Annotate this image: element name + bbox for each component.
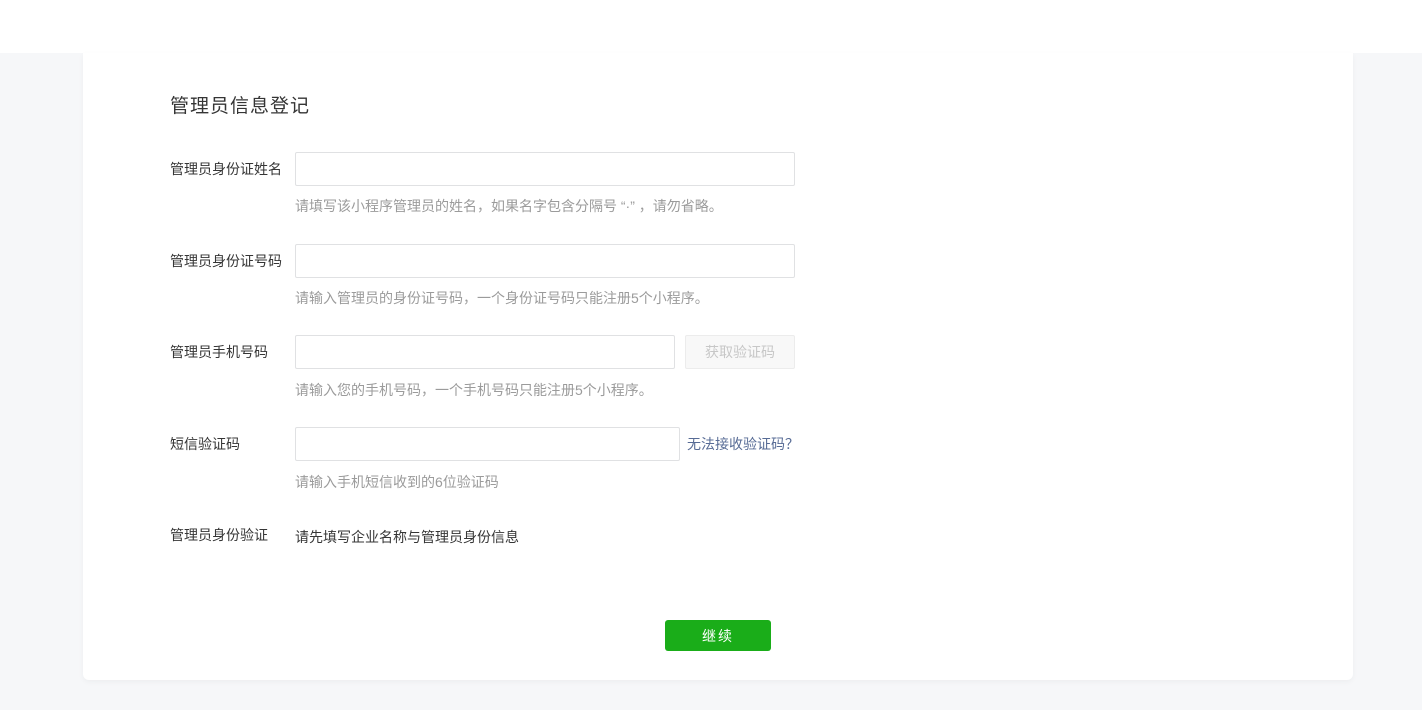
admin-id-number-input[interactable] (295, 244, 795, 278)
get-verification-code-button[interactable]: 获取验证码 (685, 335, 795, 369)
page-title: 管理员信息登记 (170, 91, 310, 118)
admin-phone-label: 管理员手机号码 (170, 335, 268, 369)
admin-phone-input[interactable] (295, 335, 675, 369)
identity-verify-text: 请先填写企业名称与管理员身份信息 (295, 527, 519, 547)
admin-id-number-hint: 请输入管理员的身份证号码，一个身份证号码只能注册5个小程序。 (295, 288, 709, 308)
admin-phone-hint: 请输入您的手机号码，一个手机号码只能注册5个小程序。 (295, 380, 653, 400)
sms-code-hint: 请输入手机短信收到的6位验证码 (295, 472, 499, 492)
registration-card: 管理员信息登记 管理员身份证姓名 请填写该小程序管理员的姓名，如果名字包含分隔号… (83, 53, 1353, 680)
sms-code-label: 短信验证码 (170, 427, 240, 461)
admin-id-name-label: 管理员身份证姓名 (170, 152, 282, 186)
cannot-receive-code-link[interactable]: 无法接收验证码？ (687, 427, 799, 461)
sms-code-input[interactable] (295, 427, 680, 461)
continue-button[interactable]: 继续 (665, 620, 771, 651)
admin-id-name-hint: 请填写该小程序管理员的姓名，如果名字包含分隔号 “·” ，请勿省略。 (295, 196, 723, 216)
admin-id-number-label: 管理员身份证号码 (170, 244, 282, 278)
top-header-bar (0, 0, 1422, 53)
identity-verify-label: 管理员身份验证 (170, 518, 268, 552)
admin-id-name-input[interactable] (295, 152, 795, 186)
